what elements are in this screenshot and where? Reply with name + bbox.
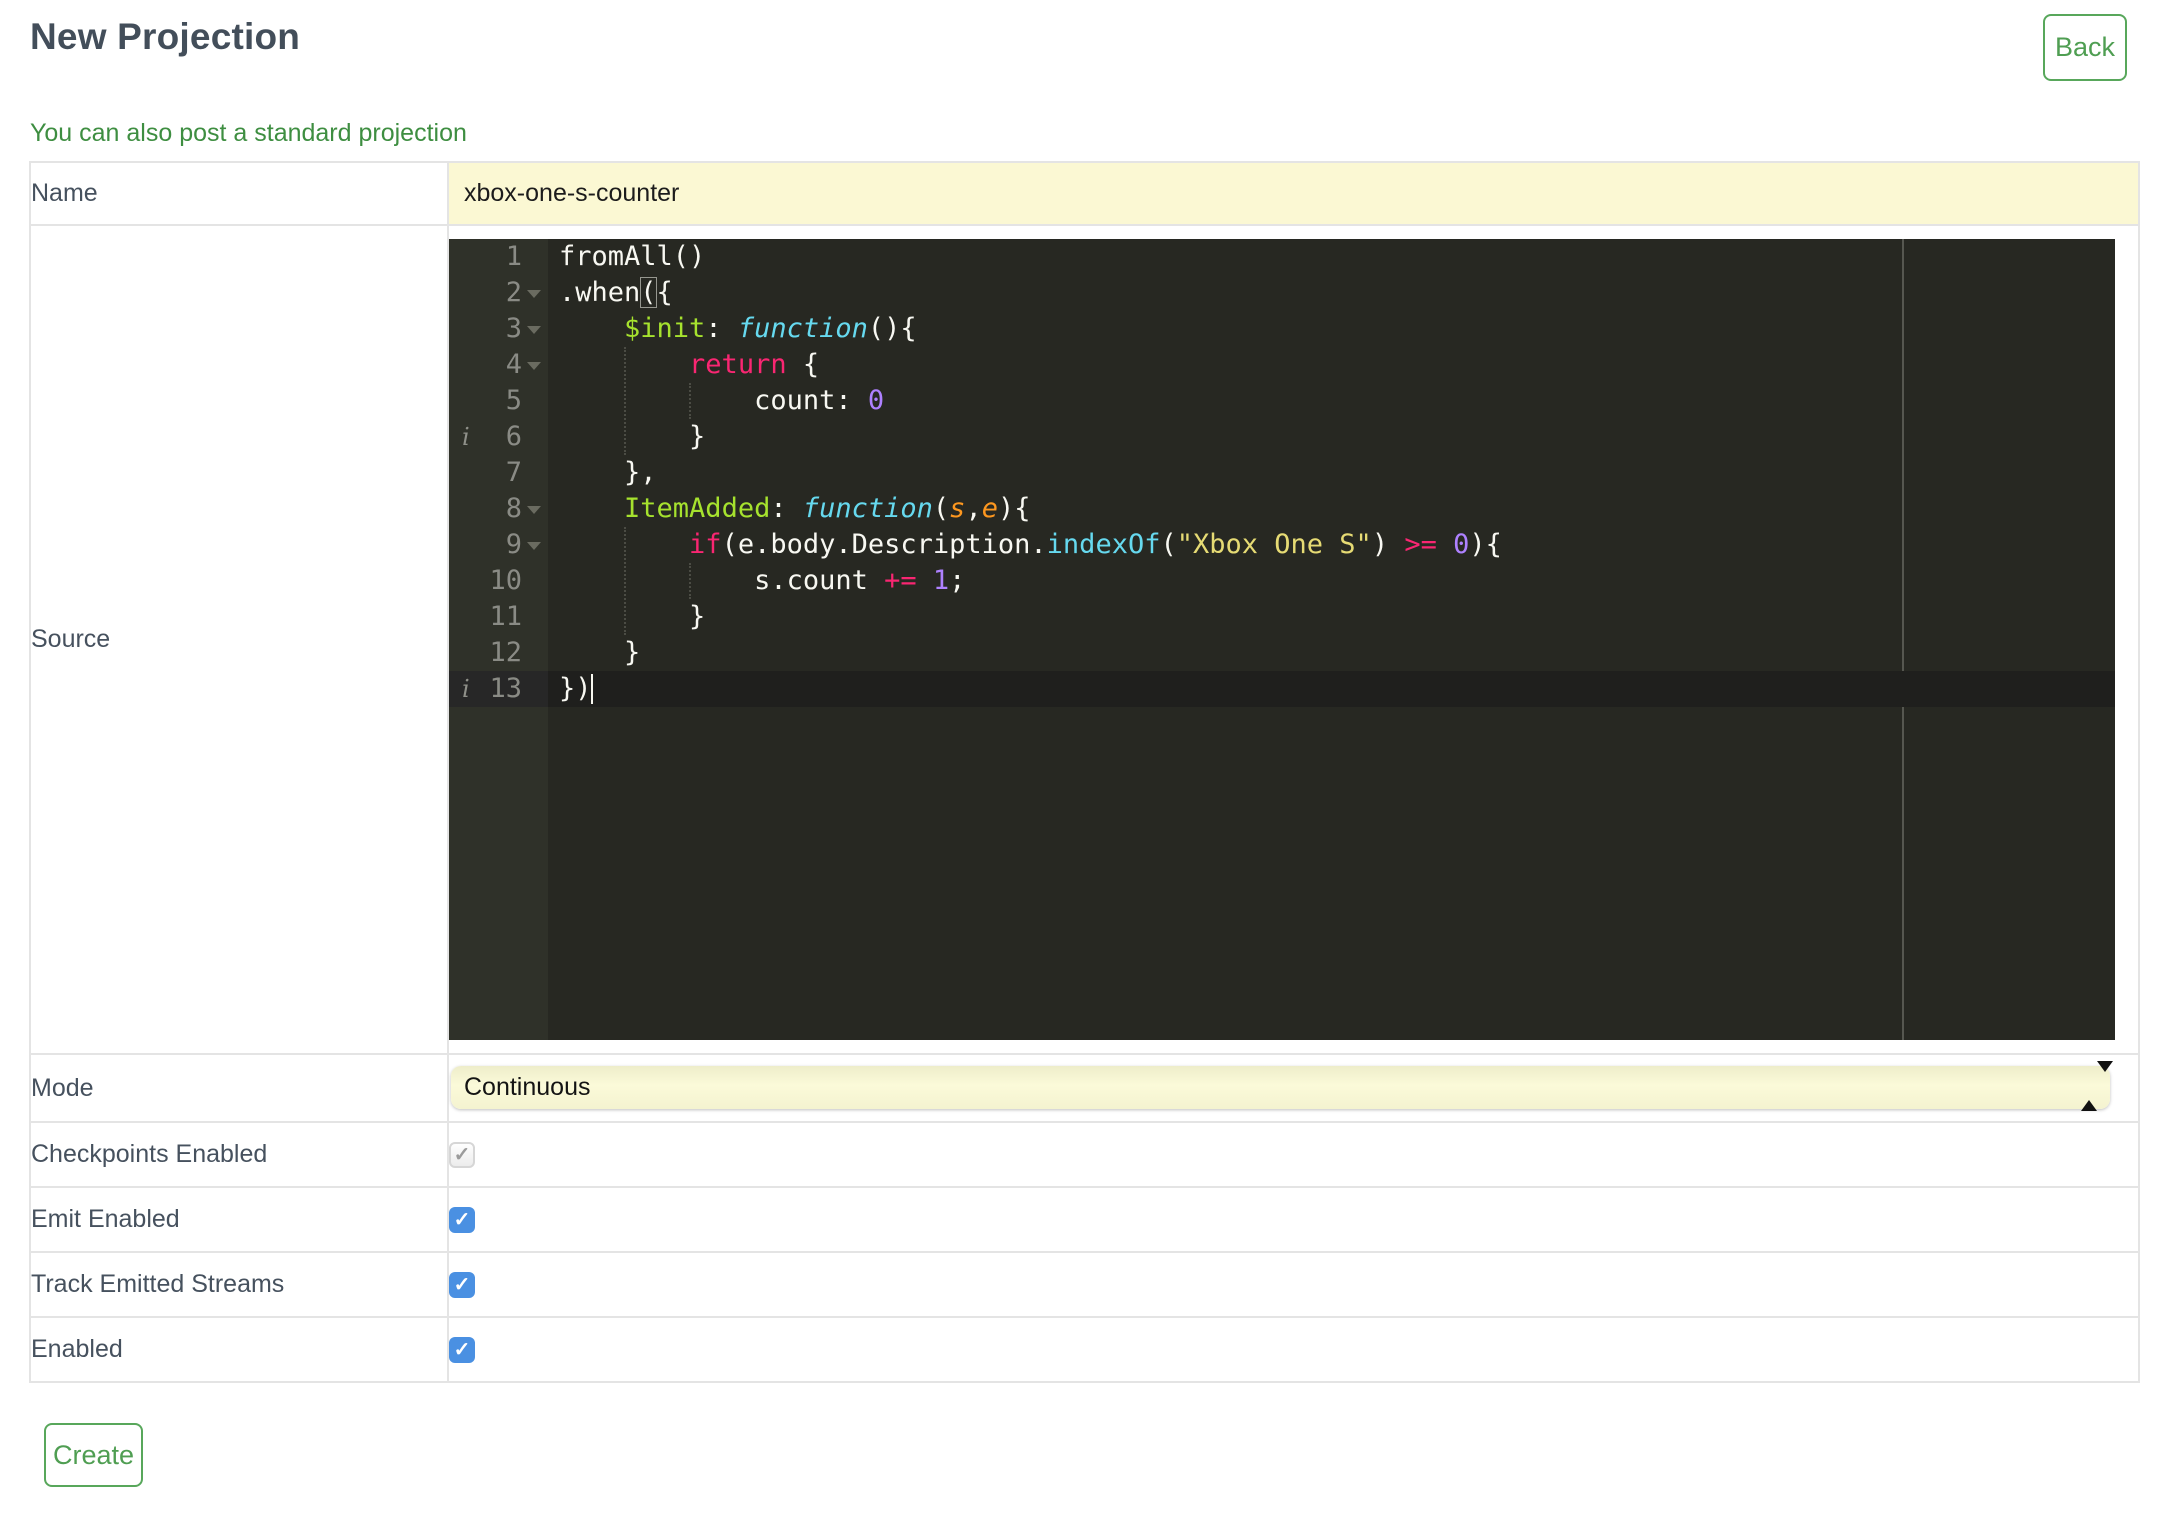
fold-toggle-icon[interactable] [527, 290, 541, 298]
code-line-10[interactable]: s.count += 1; [548, 563, 2115, 599]
name-input[interactable] [449, 163, 2138, 224]
code-line-12[interactable]: } [548, 635, 2115, 671]
info-annotation-icon: i [462, 675, 470, 703]
fold-toggle-icon[interactable] [527, 542, 541, 550]
source-row: Source 1 2 3 4 5 i 6 7 8 9 10 11 12 i 13 fromAll() .whe… [29, 224, 2140, 1055]
source-editor[interactable]: 1 2 3 4 5 i 6 7 8 9 10 11 12 i 13 fromAll() .when({ $in… [449, 239, 2115, 1040]
code-line-9[interactable]: if(e.body.Description.indexOf("Xbox One … [548, 527, 2115, 563]
editor-gutter: 1 2 3 4 5 i 6 7 8 9 10 11 12 i 13 [449, 239, 548, 1040]
track-label: Track Emitted Streams [29, 1251, 449, 1318]
checkpoints-label: Checkpoints Enabled [29, 1121, 449, 1188]
code-line-8[interactable]: ItemAdded: function(s,e){ [548, 491, 2115, 527]
standard-projection-link[interactable]: You can also post a standard projection [30, 119, 467, 148]
emit-checkbox[interactable]: ✓ [449, 1206, 475, 1233]
editor-code-area: fromAll() .when({ $init: function(){ retu… [548, 239, 2115, 707]
gutter-line-11: 11 [489, 601, 522, 632]
enabled-row: Enabled ✓ [29, 1316, 2140, 1383]
track-checkbox[interactable]: ✓ [449, 1271, 475, 1298]
fold-toggle-icon[interactable] [527, 362, 541, 370]
code-line-5[interactable]: count: 0 [548, 383, 2115, 419]
gutter-line-12: 12 [489, 637, 522, 668]
emit-label: Emit Enabled [29, 1186, 449, 1253]
source-label: Source [29, 224, 449, 1055]
mode-select-value: Continuous [464, 1073, 591, 1101]
code-line-13[interactable]: }) [548, 671, 2115, 707]
fold-toggle-icon[interactable] [527, 326, 541, 334]
select-stepper-icon [2081, 1061, 2113, 1111]
checkpoints-row: Checkpoints Enabled ✓ [29, 1121, 2140, 1188]
page-title: New Projection [30, 16, 301, 57]
enabled-checkbox[interactable]: ✓ [449, 1336, 475, 1363]
gutter-line-1: 1 [505, 241, 522, 272]
code-line-7[interactable]: }, [548, 455, 2115, 491]
gutter-line-5: 5 [505, 385, 522, 416]
gutter-line-7: 7 [505, 457, 522, 488]
gutter-line-3: 3 [449, 311, 548, 347]
text-cursor [591, 674, 593, 704]
name-row: Name [29, 161, 2140, 226]
gutter-line-10: 10 [489, 565, 522, 596]
gutter-line-2: 2 [449, 275, 548, 311]
gutter-line-8: 8 [449, 491, 548, 527]
code-line-11[interactable]: } [548, 599, 2115, 635]
mode-row: Mode Continuous [29, 1053, 2140, 1123]
code-line-2[interactable]: .when({ [548, 275, 2115, 311]
enabled-label: Enabled [29, 1316, 449, 1383]
track-row: Track Emitted Streams ✓ [29, 1251, 2140, 1318]
info-annotation-icon: i [462, 423, 470, 451]
code-line-6[interactable]: } [548, 419, 2115, 455]
mode-select[interactable]: Continuous [451, 1061, 2113, 1111]
name-label: Name [29, 161, 449, 226]
gutter-line-9: 9 [449, 527, 548, 563]
emit-row: Emit Enabled ✓ [29, 1186, 2140, 1253]
code-line-3[interactable]: $init: function(){ [548, 311, 2115, 347]
fold-toggle-icon[interactable] [527, 506, 541, 514]
projection-form: Name Source 12345i6789101112i13 fromAll(… [29, 161, 2140, 1383]
create-button[interactable]: Create [44, 1423, 143, 1487]
mode-label: Mode [29, 1053, 449, 1123]
code-line-1[interactable]: fromAll() [548, 239, 2115, 275]
code-line-4[interactable]: return { [548, 347, 2115, 383]
gutter-line-6: i6 [449, 419, 548, 455]
gutter-line-4: 4 [449, 347, 548, 383]
back-button[interactable]: Back [2043, 14, 2127, 81]
checkpoints-checkbox: ✓ [449, 1141, 475, 1168]
gutter-line-13: i 13 [449, 671, 548, 707]
